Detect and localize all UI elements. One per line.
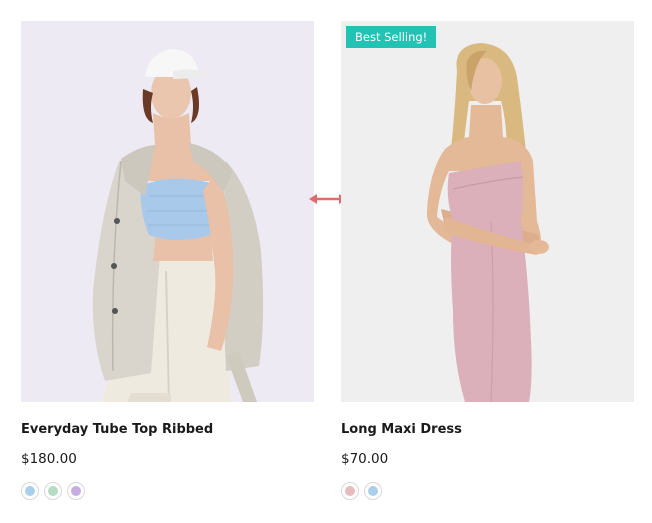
swatch-pink[interactable] (341, 482, 359, 500)
product-price: $180.00 (21, 451, 77, 467)
color-swatches (341, 482, 634, 500)
color-swatches (21, 482, 314, 500)
model-photo (426, 43, 549, 402)
product-price: $70.00 (341, 451, 389, 467)
swatch-blue[interactable] (364, 482, 382, 500)
product-card[interactable]: Everyday Tube Top Ribbed $180.00 (21, 21, 314, 500)
product-grid: Everyday Tube Top Ribbed $180.00 Best Se… (0, 0, 652, 523)
product-card[interactable]: Best Selling! Long Maxi Dress $70.00 (341, 21, 634, 500)
swatch-purple[interactable] (67, 482, 85, 500)
product-image[interactable]: Best Selling! (341, 21, 634, 402)
product-title[interactable]: Everyday Tube Top Ribbed (21, 421, 314, 439)
model-photo (92, 49, 264, 402)
swatch-blue[interactable] (21, 482, 39, 500)
best-selling-badge: Best Selling! (346, 26, 437, 48)
swatch-green[interactable] (44, 482, 62, 500)
product-title[interactable]: Long Maxi Dress (341, 421, 634, 439)
product-image[interactable] (21, 21, 314, 402)
